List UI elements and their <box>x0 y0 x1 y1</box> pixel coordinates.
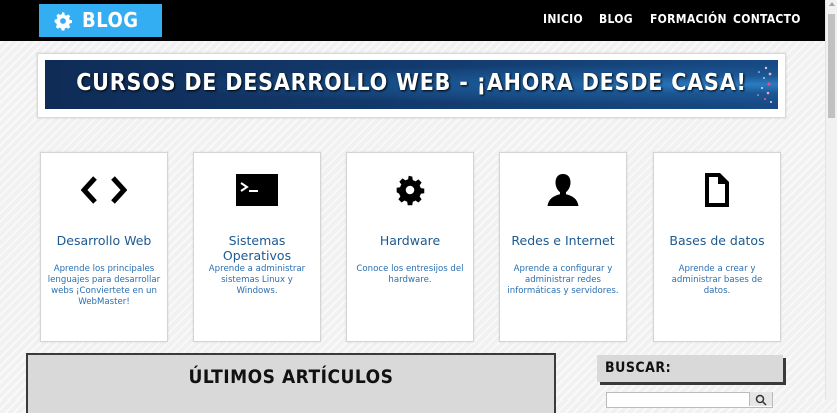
scrollbar[interactable] <box>825 0 837 400</box>
search-title: BUSCAR: <box>605 360 672 376</box>
search-widget-header: BUSCAR: <box>597 355 783 382</box>
card-bases-de-datos[interactable]: Bases de datos Aprende a crear y adminis… <box>653 152 781 342</box>
card-title: Sistemas Operativos <box>222 233 292 263</box>
card-description: Aprende a crear y administrar bases de d… <box>671 264 763 296</box>
nav-formacion[interactable]: FORMACIÓN <box>650 12 727 26</box>
card-title: Hardware <box>379 233 441 248</box>
user-icon <box>547 174 579 206</box>
document-icon <box>705 173 729 207</box>
search-input[interactable] <box>606 392 773 408</box>
latest-articles-section: ÚLTIMOS ARTÍCULOS <box>26 353 556 413</box>
section-title: ÚLTIMOS ARTÍCULOS <box>188 366 394 388</box>
top-navbar: BLOG INICIO BLOG FORMACIÓN CONTACTO <box>0 0 826 41</box>
gear-icon <box>54 12 72 31</box>
banner-decoration-icon <box>757 66 772 103</box>
gear-icon <box>396 175 425 206</box>
card-description: Aprende a administrar sistemas Linux y W… <box>208 264 306 296</box>
search-button[interactable] <box>749 392 772 406</box>
card-desarrollo-web[interactable]: Desarrollo Web Aprende los principales l… <box>40 152 168 342</box>
card-description: Aprende los principales lenguajes para d… <box>47 264 161 307</box>
card-description: Aprende a configurar y administrar redes… <box>507 264 619 296</box>
card-hardware[interactable]: Hardware Conoce los entresijos del hardw… <box>346 152 474 342</box>
terminal-icon <box>236 174 278 206</box>
card-title: Bases de datos <box>669 233 765 248</box>
scroll-up-arrow-icon[interactable] <box>829 2 835 6</box>
code-icon <box>81 176 127 204</box>
card-title: Desarrollo Web <box>56 233 152 248</box>
banner-text: CURSOS DE DESARROLLO WEB - ¡AHORA DESDE … <box>76 70 747 96</box>
card-redes-internet[interactable]: Redes e Internet Aprende a configurar y … <box>499 152 627 342</box>
logo-text: BLOG <box>82 8 139 32</box>
card-description: Conoce los entresijos del hardware. <box>356 264 464 285</box>
scroll-thumb[interactable] <box>828 14 835 118</box>
nav-blog[interactable]: BLOG <box>599 12 633 26</box>
card-title: Redes e Internet <box>511 233 615 248</box>
nav-contacto[interactable]: CONTACTO <box>733 12 801 26</box>
card-sistemas-operativos[interactable]: Sistemas Operativos Aprende a administra… <box>193 152 321 342</box>
banner-frame: CURSOS DE DESARROLLO WEB - ¡AHORA DESDE … <box>37 53 786 118</box>
site-logo[interactable]: BLOG <box>39 4 162 37</box>
nav-inicio[interactable]: INICIO <box>543 12 583 26</box>
courses-banner[interactable]: CURSOS DE DESARROLLO WEB - ¡AHORA DESDE … <box>45 60 778 109</box>
search-icon <box>755 394 767 406</box>
